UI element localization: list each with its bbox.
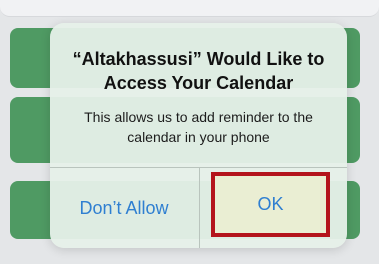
dont-allow-button[interactable]: Don’t Allow	[50, 168, 198, 248]
dialog-title: “Altakhassusi” Would Like to Access Your…	[56, 47, 341, 95]
dialog-message: This allows us to add reminder to the ca…	[60, 107, 337, 147]
dialog-title-line-2: Access Your Calendar	[103, 73, 294, 93]
ok-button[interactable]: OK	[211, 172, 330, 237]
dialog-message-line-2: calendar in your phone	[127, 129, 270, 145]
dialog-title-line-1: “Altakhassusi” Would Like to	[72, 49, 325, 69]
top-card	[0, 0, 379, 17]
button-divider	[199, 168, 200, 248]
dialog-body: “Altakhassusi” Would Like to Access Your…	[50, 23, 347, 166]
dialog-message-line-1: This allows us to add reminder to the	[84, 109, 313, 125]
